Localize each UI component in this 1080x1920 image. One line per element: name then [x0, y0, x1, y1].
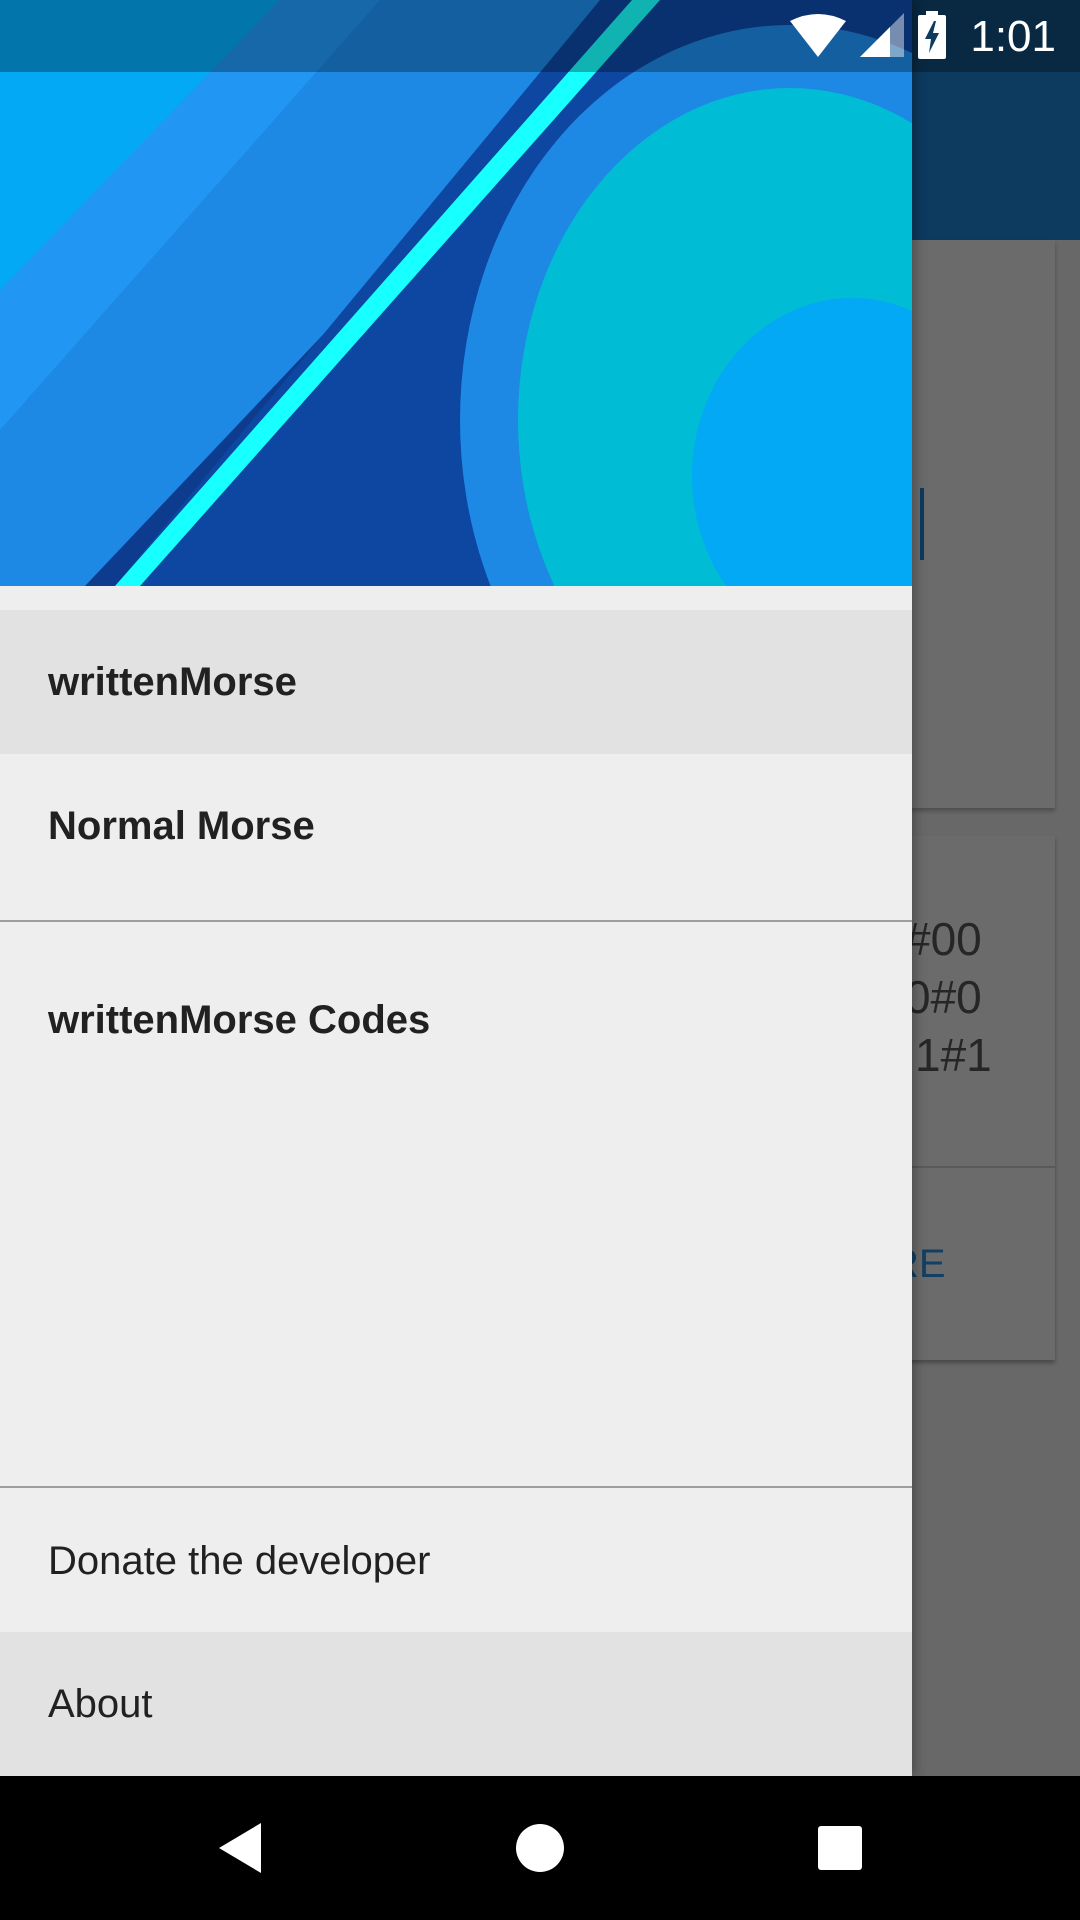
navigation-drawer: writtenMorse Normal Morse writtenMorse C… — [0, 0, 912, 1776]
footer-divider — [0, 1486, 912, 1488]
menu-item-label: Donate the developer — [48, 1538, 431, 1583]
recents-icon — [818, 1826, 862, 1870]
back-icon — [219, 1823, 261, 1873]
status-icons: 1:01 — [790, 8, 1056, 66]
back-button[interactable] — [168, 1776, 312, 1920]
navigation-bar — [0, 1776, 1080, 1920]
screen: e #00 0#0 1#1 RE writtenMorse Normal Mor… — [0, 0, 1080, 1920]
output-code-line-2: 0#0 — [905, 971, 982, 1023]
status-time: 1:01 — [970, 12, 1056, 61]
recents-button[interactable] — [768, 1776, 912, 1920]
menu-item-label: writtenMorse — [48, 659, 297, 704]
battery-charging-icon — [918, 10, 947, 64]
text-cursor — [920, 488, 924, 560]
status-bar: 1:01 — [0, 0, 1080, 72]
output-code-line-3: 1#1 — [915, 1029, 992, 1081]
menu-item-label: writtenMorse Codes — [48, 997, 431, 1042]
output-code-line-1: #00 — [905, 913, 982, 965]
cell-signal-icon — [860, 12, 905, 62]
menu-item-label: About — [48, 1681, 153, 1726]
menu-divider — [0, 920, 912, 922]
menu-item-writtenmorse[interactable]: writtenMorse — [0, 610, 912, 754]
menu-item-writtenmorse-codes[interactable]: writtenMorse Codes — [0, 948, 912, 1092]
wifi-icon — [790, 13, 847, 62]
menu-item-normal-morse[interactable]: Normal Morse — [0, 754, 912, 898]
home-button[interactable] — [468, 1776, 612, 1920]
menu-item-about[interactable]: About — [0, 1632, 912, 1776]
drawer-header-image — [0, 0, 912, 586]
menu-item-donate[interactable]: Donate the developer — [0, 1489, 912, 1633]
menu-item-label: Normal Morse — [48, 803, 315, 848]
home-icon — [516, 1824, 564, 1872]
